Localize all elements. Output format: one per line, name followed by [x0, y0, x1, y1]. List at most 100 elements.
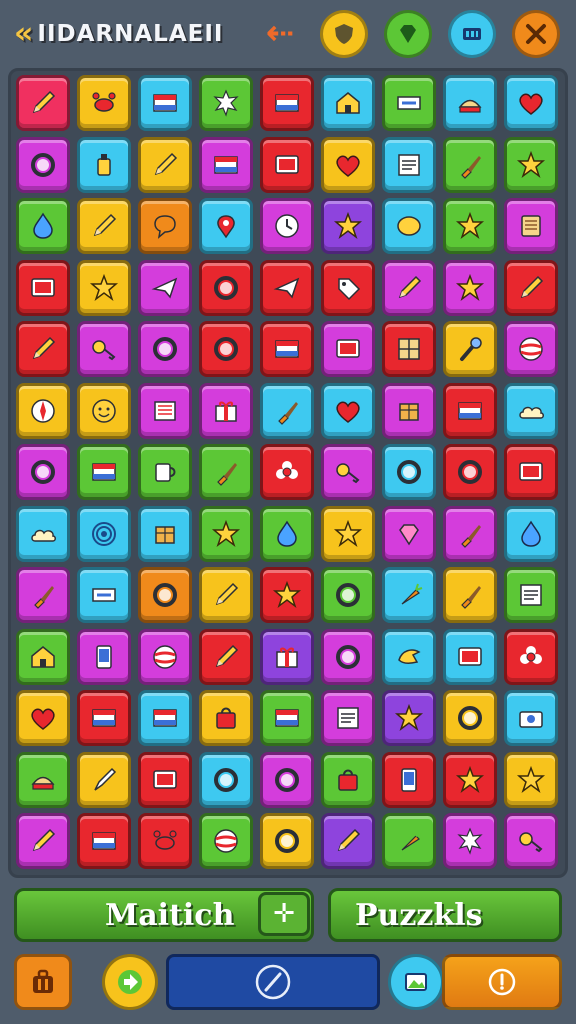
board-tile[interactable]	[138, 382, 192, 439]
board-tile[interactable]	[260, 198, 314, 254]
board-tile[interactable]	[321, 567, 375, 623]
board-tile[interactable]	[504, 567, 558, 623]
board-tile[interactable]	[260, 567, 314, 623]
board-tile[interactable]	[199, 136, 253, 193]
board-tile[interactable]	[16, 198, 70, 254]
board-tile[interactable]	[382, 690, 436, 746]
board-tile[interactable]	[16, 751, 70, 808]
board-tile[interactable]	[504, 321, 558, 377]
board-tile[interactable]	[321, 136, 375, 193]
board-tile[interactable]	[16, 136, 70, 193]
board-tile[interactable]	[260, 382, 314, 439]
board-tile[interactable]	[260, 321, 314, 377]
board-tile[interactable]	[199, 382, 253, 439]
puzzle-button[interactable]: Puzzkls	[328, 888, 562, 942]
board-tile[interactable]	[443, 505, 497, 562]
board-tile[interactable]	[199, 444, 253, 500]
board-tile[interactable]	[504, 382, 558, 439]
board-tile[interactable]	[199, 259, 253, 316]
board-tile[interactable]	[321, 198, 375, 254]
board-tile[interactable]	[260, 505, 314, 562]
board-tile[interactable]	[16, 259, 70, 316]
board-tile[interactable]	[382, 505, 436, 562]
board-tile[interactable]	[138, 690, 192, 746]
board-tile[interactable]	[138, 136, 192, 193]
board-tile[interactable]	[382, 259, 436, 316]
board-tile[interactable]	[16, 505, 70, 562]
board-tile[interactable]	[382, 75, 436, 131]
board-tile[interactable]	[443, 444, 497, 500]
board-tile[interactable]	[321, 690, 375, 746]
board-tile[interactable]	[260, 813, 314, 869]
board-tile[interactable]	[16, 382, 70, 439]
board-tile[interactable]	[138, 505, 192, 562]
board-tile[interactable]	[77, 751, 131, 808]
board-tile[interactable]	[504, 505, 558, 562]
board-tile[interactable]	[199, 321, 253, 377]
back-arrow-icon[interactable]: ⇠	[258, 14, 302, 52]
board-tile[interactable]	[443, 690, 497, 746]
board-tile[interactable]	[138, 751, 192, 808]
board-tile[interactable]	[382, 382, 436, 439]
board-tile[interactable]	[16, 813, 70, 869]
image-button[interactable]	[388, 954, 444, 1010]
board-tile[interactable]	[321, 505, 375, 562]
board-tile[interactable]	[504, 259, 558, 316]
board-tile[interactable]	[16, 444, 70, 500]
board-tile[interactable]	[199, 690, 253, 746]
board-tile[interactable]	[260, 690, 314, 746]
board-tile[interactable]	[504, 751, 558, 808]
board-tile[interactable]	[504, 813, 558, 869]
timer-button[interactable]	[442, 954, 562, 1010]
board-tile[interactable]	[382, 136, 436, 193]
board-tile[interactable]	[77, 75, 131, 131]
shuffle-icon[interactable]: ✛	[258, 892, 310, 936]
board-tile[interactable]	[382, 198, 436, 254]
board-tile[interactable]	[443, 136, 497, 193]
tools-button[interactable]	[512, 10, 560, 58]
board-tile[interactable]	[443, 321, 497, 377]
board-tile[interactable]	[260, 259, 314, 316]
board-tile[interactable]	[77, 259, 131, 316]
board-tile[interactable]	[504, 75, 558, 131]
board-tile[interactable]	[260, 444, 314, 500]
board-tile[interactable]	[199, 751, 253, 808]
board-tile[interactable]	[321, 444, 375, 500]
board-tile[interactable]	[16, 567, 70, 623]
board-tile[interactable]	[504, 690, 558, 746]
board-tile[interactable]	[382, 628, 436, 685]
board-tile[interactable]	[443, 813, 497, 869]
board-tile[interactable]	[199, 813, 253, 869]
board-tile[interactable]	[504, 444, 558, 500]
board-tile[interactable]	[199, 505, 253, 562]
board-tile[interactable]	[321, 628, 375, 685]
hint-bar[interactable]	[166, 954, 380, 1010]
board-tile[interactable]	[138, 813, 192, 869]
board-tile[interactable]	[16, 628, 70, 685]
board-tile[interactable]	[16, 75, 70, 131]
board-tile[interactable]	[382, 813, 436, 869]
board-tile[interactable]	[504, 136, 558, 193]
board-tile[interactable]	[138, 75, 192, 131]
board-tile[interactable]	[321, 321, 375, 377]
board-tile[interactable]	[321, 813, 375, 869]
board-tile[interactable]	[321, 259, 375, 316]
board-tile[interactable]	[199, 198, 253, 254]
board-tile[interactable]	[443, 259, 497, 316]
shield-button[interactable]	[320, 10, 368, 58]
board-tile[interactable]	[260, 751, 314, 808]
board-tile[interactable]	[138, 198, 192, 254]
board-tile[interactable]	[77, 567, 131, 623]
board-tile[interactable]	[199, 75, 253, 131]
board-tile[interactable]	[138, 444, 192, 500]
board-tile[interactable]	[382, 444, 436, 500]
board-tile[interactable]	[443, 198, 497, 254]
board-tile[interactable]	[77, 444, 131, 500]
board-tile[interactable]	[138, 567, 192, 623]
board-tile[interactable]	[321, 75, 375, 131]
board-tile[interactable]	[443, 75, 497, 131]
board-tile[interactable]	[260, 75, 314, 131]
board-tile[interactable]	[443, 567, 497, 623]
board-tile[interactable]	[16, 321, 70, 377]
board-tile[interactable]	[77, 382, 131, 439]
